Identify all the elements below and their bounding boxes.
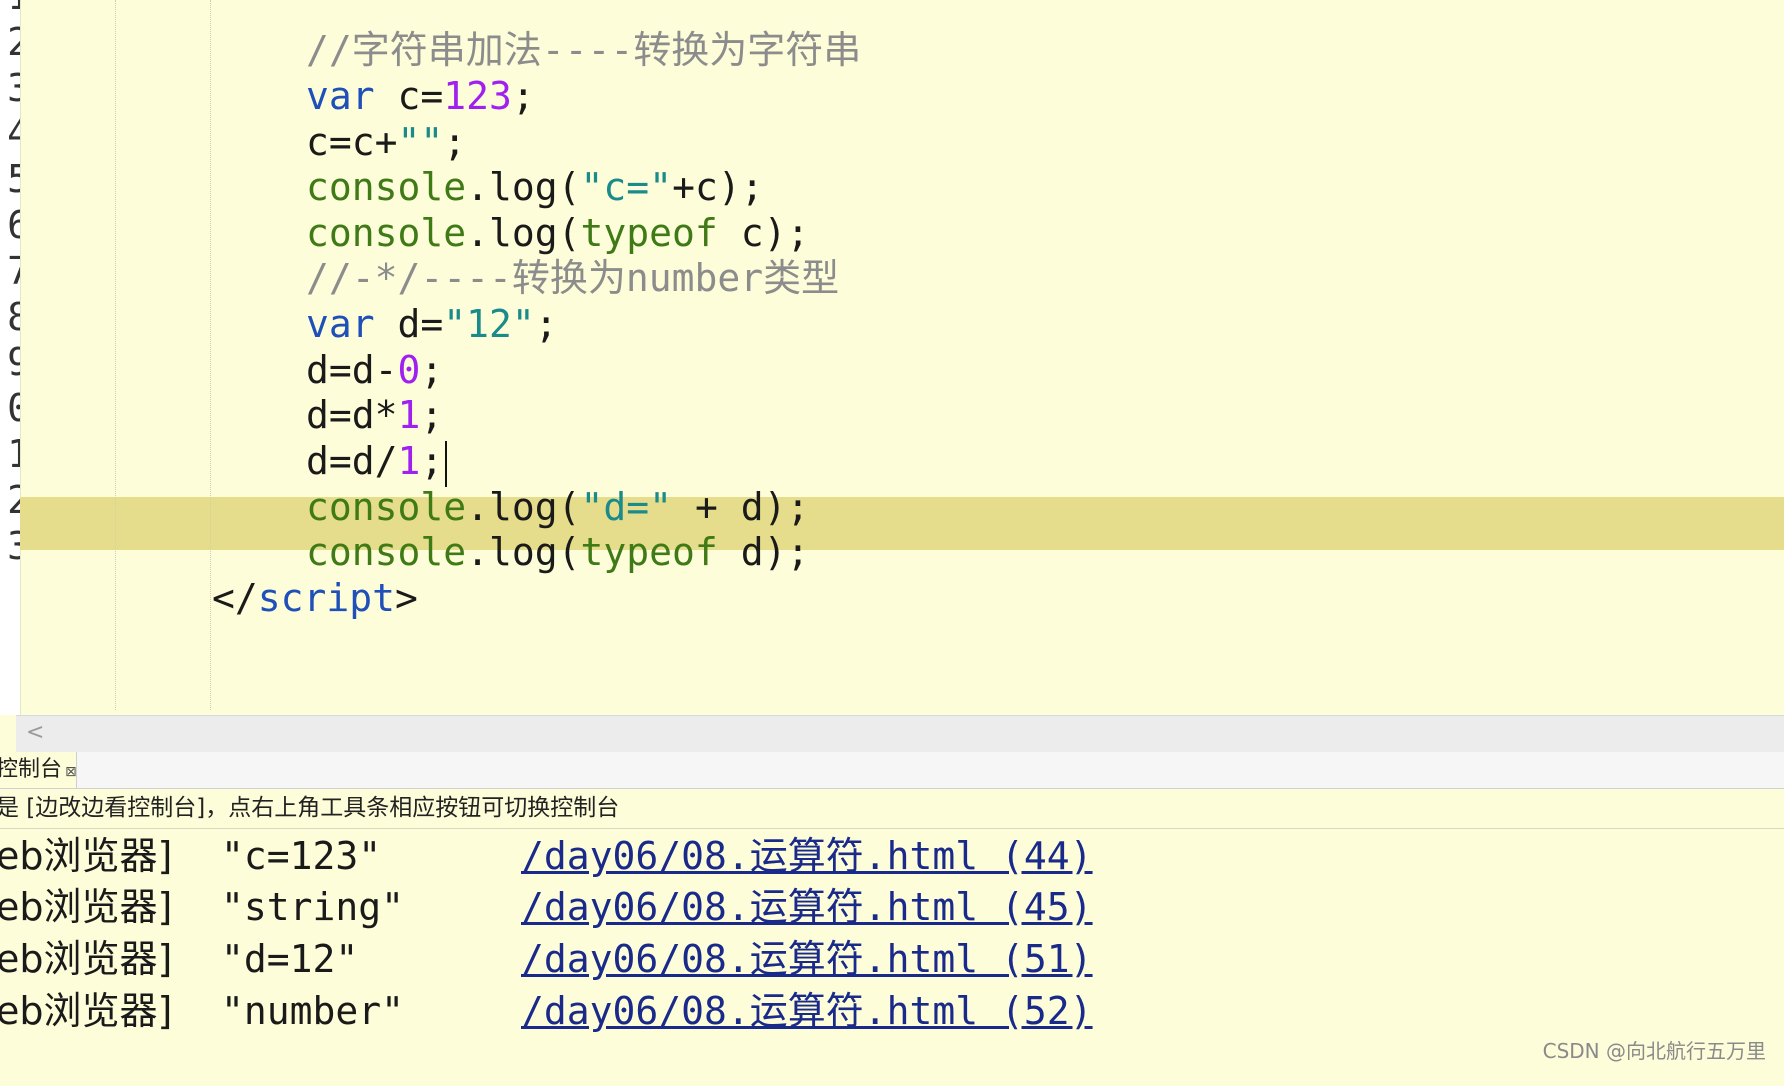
code-line[interactable]: console.log(typeof d); xyxy=(306,526,809,578)
code-token-text: c= xyxy=(374,74,444,118)
watermark: CSDN @向北航行五万里 xyxy=(1542,1039,1766,1063)
console-message: "number" xyxy=(221,989,405,1033)
code-token-fn: console xyxy=(306,530,467,574)
code-token-str: "d=" xyxy=(580,485,673,529)
code-token-text: d= xyxy=(374,302,444,346)
tab-console[interactable]: 控制台 ⊠ xyxy=(0,752,77,788)
console-row: eb浏览器] "d=12" /day06/08.运算符.html (51) xyxy=(0,933,1196,985)
console-source-link[interactable]: /day06/08.运算符.html (51) xyxy=(521,933,1093,985)
code-token-fn: typeof xyxy=(580,530,718,574)
tab-console-label: 控制台 xyxy=(0,757,63,782)
line-number: 6 xyxy=(0,199,20,251)
code-line[interactable]: var d="12"; xyxy=(306,298,558,350)
line-number: 8 xyxy=(0,291,20,343)
line-number: 4 xyxy=(0,107,20,159)
console-message: "c=123" xyxy=(221,834,382,878)
console-message: "d=12" xyxy=(221,937,359,981)
line-number: 3 xyxy=(0,520,20,572)
line-number: 1 xyxy=(0,428,20,480)
code-token-num: 123 xyxy=(443,74,512,118)
code-token-text: +c); xyxy=(672,165,764,209)
line-number: 9 xyxy=(0,336,20,388)
line-number: 0 xyxy=(0,382,20,434)
console-source: eb浏览器] xyxy=(0,834,173,878)
console-tab-bar: 控制台 ⊠ xyxy=(0,752,1784,789)
line-number: 2 xyxy=(0,474,20,526)
code-token-text: .log( xyxy=(466,530,581,574)
text-caret xyxy=(445,440,448,487)
indent-guide xyxy=(115,0,116,710)
code-token-text: ; xyxy=(420,393,444,437)
code-token-kw: var xyxy=(306,74,375,118)
close-icon[interactable]: ⊠ xyxy=(65,764,77,780)
line-number: 2 xyxy=(0,16,20,68)
code-token-text: ; xyxy=(443,120,467,164)
code-line[interactable]: console.log("c="+c); xyxy=(306,161,764,213)
line-number: 5 xyxy=(0,153,20,205)
code-line[interactable]: var c=123; xyxy=(306,70,535,122)
code-token-text: c=c+ xyxy=(306,120,398,164)
code-token-text: c); xyxy=(717,211,810,255)
console-source: eb浏览器] xyxy=(0,937,173,981)
code-line[interactable]: //字符串加法----转换为字符串 xyxy=(306,24,861,76)
console-source-link[interactable]: /day06/08.运算符.html (52) xyxy=(521,985,1093,1037)
code-token-str: "" xyxy=(397,120,444,164)
code-line-current[interactable]: d=d/1; xyxy=(306,435,448,487)
code-token-fn: console xyxy=(306,211,467,255)
console-source: eb浏览器] xyxy=(0,989,173,1033)
code-token-text: </ xyxy=(212,576,258,620)
code-token-text: ; xyxy=(511,74,535,118)
console-row: eb浏览器] "c=123" /day06/08.运算符.html (44) xyxy=(0,830,1196,882)
code-editor[interactable]: 1234567890123 //字符串加法----转换为字符串var c=123… xyxy=(0,0,1784,715)
scroll-left-icon[interactable]: < xyxy=(26,720,44,745)
console-row: eb浏览器] "string" /day06/08.运算符.html (45) xyxy=(0,881,1196,933)
console-notice: 是 [边改边看控制台]，点右上角工具条相应按钮可切换控制台 xyxy=(0,789,1784,829)
line-number-gutter: 1234567890123 xyxy=(0,0,21,715)
code-token-text: d=d- xyxy=(306,348,398,392)
horizontal-scrollbar[interactable]: < xyxy=(16,715,1784,753)
console-source: eb浏览器] xyxy=(0,885,173,929)
code-token-text: d); xyxy=(717,530,810,574)
code-token-text: ; xyxy=(420,348,444,392)
code-token-str: "12" xyxy=(443,302,535,346)
code-token-text: > xyxy=(395,576,418,620)
code-token-comment: //-*/----转换为number类型 xyxy=(306,256,840,300)
code-line[interactable]: //-*/----转换为number类型 xyxy=(306,252,839,304)
code-token-tag: script xyxy=(257,576,396,620)
code-token-text: d=d/ xyxy=(306,439,398,483)
console-row: eb浏览器] "number" /day06/08.运算符.html (52) xyxy=(0,985,1196,1037)
code-token-fn: console xyxy=(306,485,467,529)
code-line[interactable]: d=d*1; xyxy=(306,389,443,441)
code-token-comment: //字符串加法----转换为字符串 xyxy=(306,28,862,72)
code-line[interactable]: </script> xyxy=(212,572,418,624)
line-number: 7 xyxy=(0,245,20,297)
code-token-text: d=d* xyxy=(306,393,398,437)
code-token-fn: console xyxy=(306,165,467,209)
line-number: 3 xyxy=(0,62,20,114)
code-token-text: ; xyxy=(534,302,558,346)
current-line-highlight xyxy=(20,497,1784,550)
code-token-num: 1 xyxy=(397,393,421,437)
indent-guide xyxy=(210,0,211,710)
console-message: "string" xyxy=(221,885,405,929)
console-source-link[interactable]: /day06/08.运算符.html (45) xyxy=(521,881,1093,933)
code-token-text: + d); xyxy=(672,485,810,529)
code-token-num: 1 xyxy=(397,439,421,483)
code-token-fn: typeof xyxy=(580,211,718,255)
code-token-text: .log( xyxy=(466,485,581,529)
code-token-text: .log( xyxy=(466,165,581,209)
code-token-kw: var xyxy=(306,302,375,346)
code-token-num: 0 xyxy=(397,348,421,392)
console-source-link[interactable]: /day06/08.运算符.html (44) xyxy=(521,830,1093,882)
code-token-str: "c=" xyxy=(580,165,673,209)
code-token-text: .log( xyxy=(466,211,581,255)
code-token-text: ; xyxy=(420,439,444,483)
